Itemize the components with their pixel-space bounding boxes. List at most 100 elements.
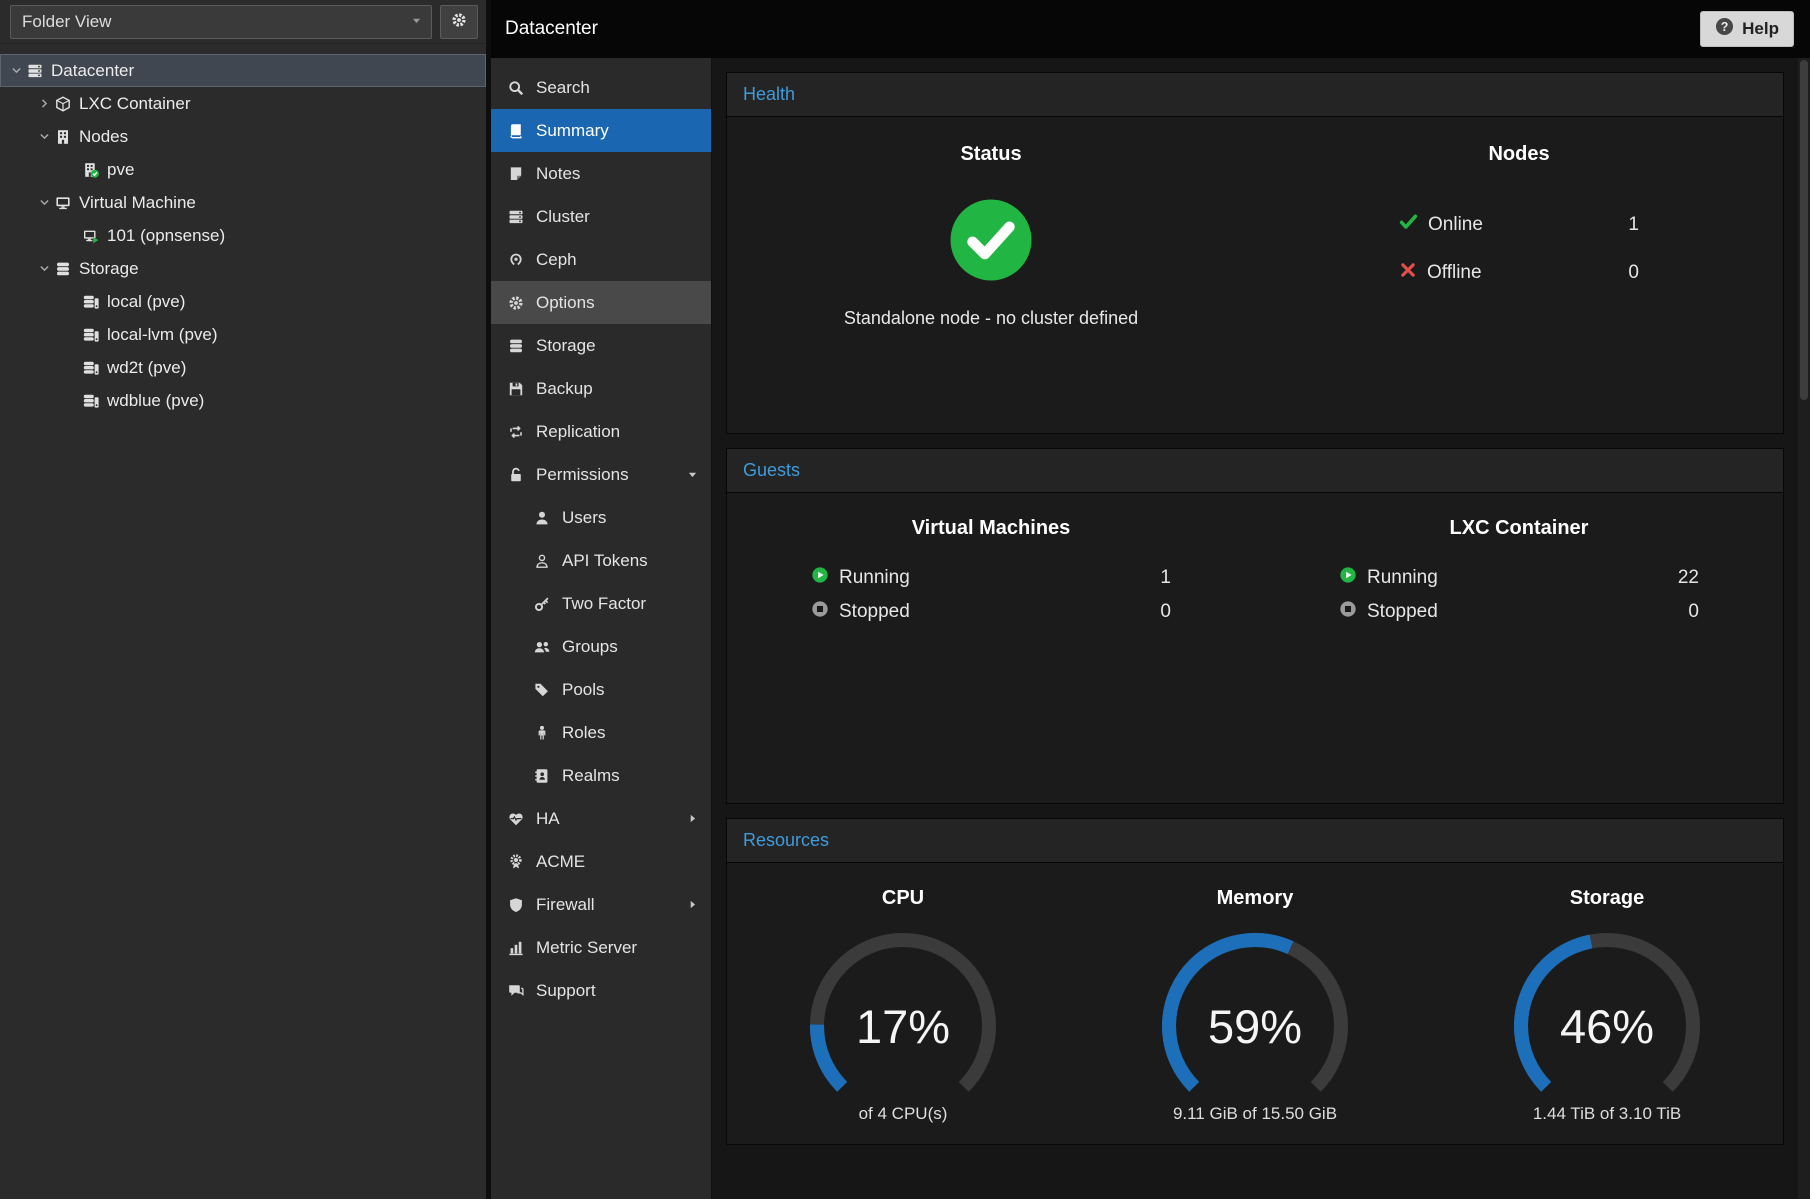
view-mode-select[interactable]: Folder View bbox=[10, 5, 432, 39]
tree-item-wdblue-pve[interactable]: wdblue (pve) bbox=[0, 384, 486, 417]
guest-status-row-stopped: Stopped 0 bbox=[811, 600, 1171, 624]
menu-item-groups[interactable]: Groups bbox=[491, 625, 711, 668]
caret-down-icon[interactable] bbox=[38, 196, 55, 209]
menu-item-label: Ceph bbox=[536, 250, 577, 270]
tree-settings-button[interactable] bbox=[440, 5, 478, 39]
book-icon bbox=[507, 123, 525, 139]
guest-status-value: 1 bbox=[1160, 567, 1171, 589]
menu-item-ceph[interactable]: Ceph bbox=[491, 238, 711, 281]
tree-item-label: Storage bbox=[79, 259, 139, 279]
menu-item-acme[interactable]: ACME bbox=[491, 840, 711, 883]
menu-item-notes[interactable]: Notes bbox=[491, 152, 711, 195]
tree-item-local-pve[interactable]: local (pve) bbox=[0, 285, 486, 318]
caret-right-icon[interactable] bbox=[38, 97, 55, 110]
ceph-icon bbox=[507, 252, 525, 268]
menu-item-label: ACME bbox=[536, 852, 585, 872]
guest-status-row-running: Running22 bbox=[1339, 566, 1699, 590]
caret-down-icon[interactable] bbox=[38, 130, 55, 143]
play-icon bbox=[811, 566, 829, 590]
tree-item-wd2t-pve[interactable]: wd2t (pve) bbox=[0, 351, 486, 384]
menu-item-label: Realms bbox=[562, 766, 620, 786]
users-icon bbox=[533, 639, 551, 655]
tree-item-label: 101 (opnsense) bbox=[107, 226, 225, 246]
guest-status-label: Stopped bbox=[839, 601, 910, 623]
storage-gauge: Storage46%1.44 TiB of 3.10 TiB bbox=[1431, 887, 1783, 1124]
database-icon bbox=[507, 338, 525, 354]
floppy-icon bbox=[507, 381, 525, 397]
menu-item-label: Two Factor bbox=[562, 594, 646, 614]
menu-item-metric-server[interactable]: Metric Server bbox=[491, 926, 711, 969]
guests-panel-body: Virtual MachinesRunning1Stopped0LXC Cont… bbox=[727, 493, 1783, 803]
guest-status-value: 0 bbox=[1160, 601, 1171, 623]
menu-item-storage[interactable]: Storage bbox=[491, 324, 711, 367]
menu-item-support[interactable]: Support bbox=[491, 969, 711, 1012]
bar-chart-icon bbox=[507, 940, 525, 956]
proxmox-app: Folder View Datacenter LXC Container Nodes… bbox=[0, 0, 1810, 1199]
menu-item-backup[interactable]: Backup bbox=[491, 367, 711, 410]
menu-item-label: Groups bbox=[562, 637, 618, 657]
resources-panel-title: Resources bbox=[727, 819, 1783, 863]
node-status-label: Offline bbox=[1427, 262, 1482, 284]
section-menu: SearchSummaryNotesCluster Ceph OptionsStor… bbox=[491, 58, 712, 1199]
storage-drive-icon bbox=[83, 327, 99, 343]
tree-item-lxc-container[interactable]: LXC Container bbox=[0, 87, 486, 120]
tree-item-label: Datacenter bbox=[51, 61, 134, 81]
comments-icon bbox=[507, 983, 525, 999]
guest-status-value: 22 bbox=[1678, 567, 1699, 589]
caret-down-icon[interactable] bbox=[38, 262, 55, 275]
menu-item-cluster[interactable]: Cluster bbox=[491, 195, 711, 238]
key-icon bbox=[533, 596, 551, 612]
tree-item-label: pve bbox=[107, 160, 134, 180]
tree-toolbar: Folder View bbox=[0, 0, 486, 44]
tree-item-local-lvm-pve[interactable]: local-lvm (pve) bbox=[0, 318, 486, 351]
gauge-percent: 59% bbox=[1208, 1000, 1302, 1053]
menu-item-label: Support bbox=[536, 981, 596, 1001]
note-icon bbox=[507, 166, 525, 182]
guest-status-label: Stopped bbox=[1367, 601, 1438, 623]
shield-icon bbox=[507, 897, 525, 913]
menu-item-realms[interactable]: Realms bbox=[491, 754, 711, 797]
health-panel: Health Status Standalone node - no clust… bbox=[726, 72, 1784, 434]
tree-item-label: local (pve) bbox=[107, 292, 185, 312]
tree-item-datacenter[interactable]: Datacenter bbox=[0, 54, 486, 87]
page-title: Datacenter bbox=[505, 18, 598, 40]
heartbeat-icon bbox=[507, 811, 525, 827]
cluster-icon bbox=[507, 209, 525, 225]
tree-item-101-opnsense[interactable]: 101 (opnsense) bbox=[0, 219, 486, 252]
menu-item-ha[interactable]: HA bbox=[491, 797, 711, 840]
menu-item-firewall[interactable]: Firewall bbox=[491, 883, 711, 926]
chevron-down-icon bbox=[410, 12, 423, 32]
guest-status-list: Running22Stopped0 bbox=[1339, 566, 1699, 624]
menu-item-search[interactable]: Search bbox=[491, 66, 711, 109]
unlock-icon bbox=[507, 467, 525, 483]
help-button[interactable]: ? Help bbox=[1700, 11, 1794, 47]
tree-item-pve[interactable]: pve bbox=[0, 153, 486, 186]
menu-item-api-tokens[interactable]: API Tokens bbox=[491, 539, 711, 582]
menu-item-users[interactable]: Users bbox=[491, 496, 711, 539]
menu-item-pools[interactable]: Pools bbox=[491, 668, 711, 711]
caret-down-icon[interactable] bbox=[10, 64, 27, 77]
node-status-value: 1 bbox=[1628, 214, 1639, 236]
menu-item-two-factor[interactable]: Two Factor bbox=[491, 582, 711, 625]
tree-item-virtual-machine[interactable]: Virtual Machine bbox=[0, 186, 486, 219]
scrollbar-thumb[interactable] bbox=[1800, 60, 1808, 400]
chevron-down-icon bbox=[686, 468, 699, 481]
menu-item-permissions[interactable]: Permissions bbox=[491, 453, 711, 496]
menu-item-label: Metric Server bbox=[536, 938, 637, 958]
menu-item-replication[interactable]: Replication bbox=[491, 410, 711, 453]
gauge-percent: 46% bbox=[1560, 1000, 1654, 1053]
gauge-arc: 17% bbox=[773, 922, 1033, 1102]
node-online-icon bbox=[83, 162, 99, 178]
person-icon bbox=[533, 725, 551, 741]
menu-item-options[interactable]: Options bbox=[491, 281, 711, 324]
menu-item-roles[interactable]: Roles bbox=[491, 711, 711, 754]
menu-item-summary[interactable]: Summary bbox=[491, 109, 711, 152]
tree-item-label: local-lvm (pve) bbox=[107, 325, 218, 345]
tree-item-nodes[interactable]: Nodes bbox=[0, 120, 486, 153]
scrollbar[interactable] bbox=[1798, 58, 1810, 1199]
tree-item-label: Nodes bbox=[79, 127, 128, 147]
chevron-right-icon bbox=[686, 812, 699, 825]
tree-item-storage[interactable]: Storage bbox=[0, 252, 486, 285]
question-circle-icon: ? bbox=[1715, 17, 1734, 41]
storage-drive-icon bbox=[83, 393, 99, 409]
